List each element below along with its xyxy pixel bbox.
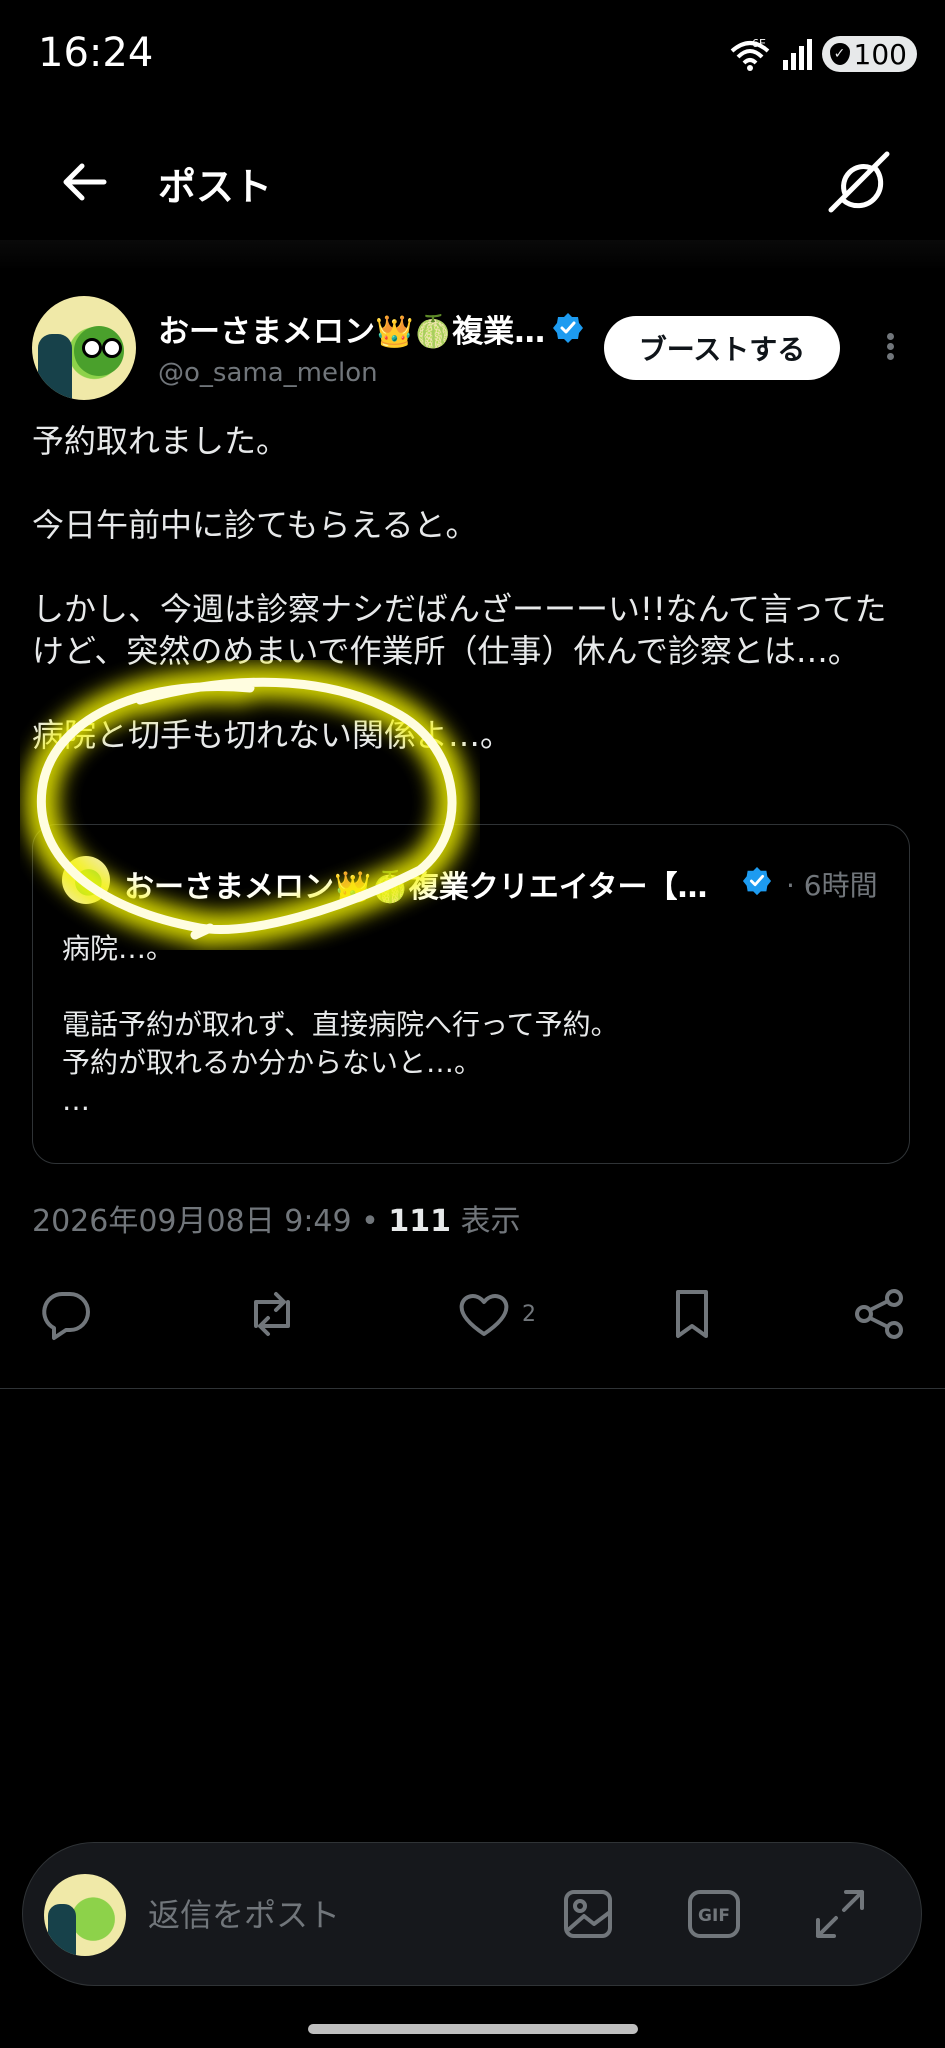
svg-text:6E: 6E (752, 37, 766, 50)
meta-separator: • (351, 1204, 389, 1239)
back-arrow-icon[interactable] (58, 156, 110, 208)
post-text: 予約取れました。 今日午前中に診てもらえると。 しかし、今週は診察ナシだばんざー… (32, 420, 912, 798)
post-paragraph: 今日午前中に診てもらえると。 (32, 506, 478, 544)
share-button[interactable] (852, 1284, 908, 1344)
status-indicators: 6E ✓ 100 (728, 36, 917, 72)
view-label: 表示 (451, 1204, 521, 1239)
gif-icon[interactable]: GIF (686, 1886, 742, 1942)
share-icon (855, 1289, 903, 1339)
reply-button[interactable] (38, 1284, 94, 1344)
post-datetime: 2026年09月08日 9:49 (32, 1204, 352, 1239)
battery-level: 100 (853, 37, 907, 71)
bookmark-button[interactable] (664, 1284, 720, 1344)
author-name[interactable]: おーさまメロン👑🍈複業… (158, 306, 545, 351)
post-paragraph: しかし、今週は診察ナシだばんざーーーい!!なんて言ってたけど、突然のめまいで作業… (32, 590, 887, 670)
status-time: 16:24 (38, 30, 154, 76)
home-indicator[interactable] (308, 2024, 638, 2034)
grok-icon[interactable] (823, 148, 893, 218)
more-icon[interactable] (880, 330, 900, 370)
header-divider (0, 240, 945, 270)
image-icon[interactable] (560, 1886, 616, 1942)
like-icon (459, 1294, 509, 1336)
view-count: 111 (388, 1204, 452, 1239)
svg-text:GIF: GIF (698, 1906, 730, 1926)
actions-divider (0, 1388, 945, 1389)
like-button[interactable]: 2 (456, 1284, 536, 1344)
quote-timestamp: · 6時間 (786, 869, 878, 902)
battery-indicator: ✓ 100 (821, 36, 917, 72)
avatar[interactable] (32, 296, 136, 400)
quote-avatar (62, 856, 110, 904)
post-meta: 2026年09月08日 9:49 • 111 表示 (32, 1196, 521, 1240)
bookmark-icon (676, 1290, 708, 1338)
reply-avatar (44, 1874, 126, 1956)
signal-icon (782, 39, 812, 70)
verified-icon (553, 313, 583, 343)
like-count: 2 (522, 1301, 536, 1327)
page-title: ポスト (158, 165, 273, 209)
expand-icon[interactable] (812, 1886, 868, 1942)
wifi-icon: 6E (730, 37, 769, 71)
quote-author-name: おーさまメロン👑🍈複業クリエイター【… (124, 870, 708, 905)
repost-icon (254, 1292, 290, 1336)
reply-input[interactable] (146, 1884, 530, 1946)
battery-shield-icon: ✓ (829, 43, 850, 65)
post-paragraph: 予約取れました。 (32, 422, 289, 460)
reply-icon (42, 1292, 90, 1340)
post-paragraph: 病院と切手も切れない関係よ…。 (32, 716, 513, 754)
boost-button[interactable]: ブーストする (604, 316, 840, 380)
repost-button[interactable] (244, 1284, 300, 1344)
quote-text: 病院…。 電話予約が取れず、直接病院へ行って予約。 予約が取れるか分からないと…… (62, 932, 619, 1117)
verified-icon (742, 866, 772, 896)
author-handle[interactable]: @o_sama_melon (158, 358, 378, 388)
